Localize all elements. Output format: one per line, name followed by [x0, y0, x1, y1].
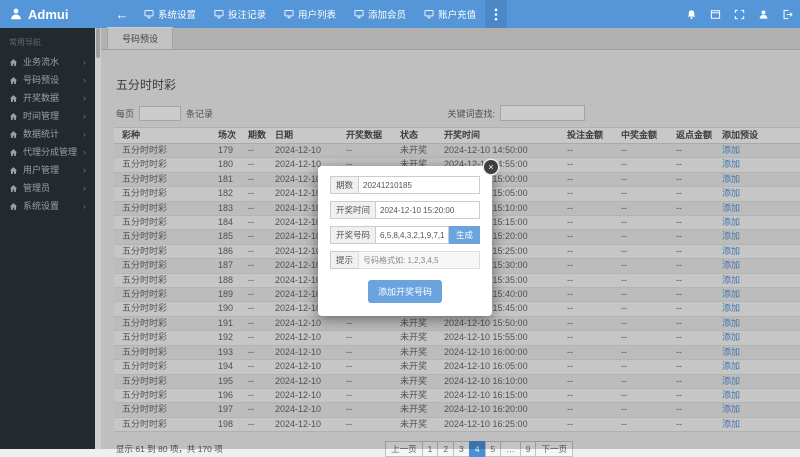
person-logo-icon	[9, 7, 23, 21]
chevron-right-icon: ›	[83, 184, 86, 193]
sidebar-item-label: 时间管理	[23, 111, 59, 121]
nav-menu-tabs: 系统设置 投注记录 用户列表 添加会员 账户充值	[135, 0, 485, 28]
menu-icon	[9, 130, 18, 139]
add-draw-number-modal: × 期数开奖时间开奖号码生成提示号码格式如: 1,2,3,4,5 添加开奖号码	[318, 166, 492, 316]
window-icon[interactable]	[710, 9, 721, 20]
menu-icon	[9, 166, 18, 175]
field-label: 提示	[330, 251, 358, 269]
sidebar-menu: 业务流水›号码预设›开奖数据›时间管理›数据统计›代理分成管理›用户管理›管理员…	[0, 53, 95, 215]
sidebar-item-label: 号码预设	[23, 75, 59, 85]
nav-menu-label: 用户列表	[298, 7, 336, 21]
logout-icon[interactable]	[782, 9, 793, 20]
sidebar-item-5[interactable]: 数据统计 ›	[0, 125, 95, 143]
sidebar-item-label: 代理分成管理	[23, 147, 77, 157]
format-hint: 提示号码格式如: 1,2,3,4,5	[330, 251, 480, 269]
sidebar-item-label: 开奖数据	[23, 93, 59, 103]
field-label: 期数	[330, 176, 358, 194]
nav-menu-5[interactable]: 账户充值	[415, 0, 485, 28]
sidebar-item-2[interactable]: 号码预设 ›	[0, 71, 95, 89]
brand[interactable]: Admui	[0, 7, 95, 22]
menu-icon	[9, 148, 18, 157]
app-body: 常用导航 业务流水›号码预设›开奖数据›时间管理›数据统计›代理分成管理›用户管…	[0, 28, 800, 449]
navbar-right-icons	[686, 9, 800, 20]
modal-fields: 期数开奖时间开奖号码 生成提示号码格式如: 1,2,3,4,5	[330, 176, 480, 269]
fullscreen-icon[interactable]	[734, 9, 745, 20]
nav-menu-label: 添加会员	[368, 7, 406, 21]
monitor-icon	[144, 9, 154, 19]
menu-icon	[9, 112, 18, 121]
draw-time-field-input[interactable]	[375, 201, 480, 219]
main-area: 号码预设 五分时时彩 每页 条记录 关键词查找: 彩种场次期数日期开奖数据状态开…	[101, 28, 800, 449]
chevron-right-icon: ›	[83, 112, 86, 121]
sidebar-section-label: 常用导航	[0, 28, 95, 53]
sidebar-item-1[interactable]: 业务流水 ›	[0, 53, 95, 71]
nav-menu-label: 投注记录	[228, 7, 266, 21]
monitor-icon	[214, 9, 224, 19]
draw-time-field: 开奖时间	[330, 201, 480, 219]
chevron-right-icon: ›	[83, 58, 86, 67]
nav-menu-1[interactable]: 系统设置	[135, 0, 205, 28]
sidebar-item-label: 管理员	[23, 183, 50, 193]
chevron-right-icon: ›	[83, 166, 86, 175]
draw-numbers-field: 开奖号码 生成	[330, 226, 480, 244]
sidebar-item-6[interactable]: 代理分成管理 ›	[0, 143, 95, 161]
sidebar-item-label: 业务流水	[23, 57, 59, 67]
monitor-icon	[354, 9, 364, 19]
field-label: 开奖号码	[330, 226, 375, 244]
sidebar-item-7[interactable]: 用户管理 ›	[0, 161, 95, 179]
menu-icon	[9, 76, 18, 85]
period-field: 期数	[330, 176, 480, 194]
user-icon[interactable]	[758, 9, 769, 20]
sidebar: 常用导航 业务流水›号码预设›开奖数据›时间管理›数据统计›代理分成管理›用户管…	[0, 28, 95, 449]
menu-icon	[9, 58, 18, 67]
menu-icon	[9, 202, 18, 211]
nav-menu-2[interactable]: 投注记录	[205, 0, 275, 28]
field-label: 开奖时间	[330, 201, 375, 219]
monitor-icon	[424, 9, 434, 19]
menu-icon	[9, 184, 18, 193]
generate-button[interactable]: 生成	[449, 226, 480, 244]
nav-menu-label: 系统设置	[158, 7, 196, 21]
sidebar-scrollbar-thumb[interactable]	[96, 28, 100, 58]
bell-icon[interactable]	[686, 9, 697, 20]
menu-icon	[9, 94, 18, 103]
add-draw-number-button[interactable]: 添加开奖号码	[368, 280, 442, 303]
back-arrow-icon[interactable]: ←	[109, 7, 135, 22]
chevron-right-icon: ›	[83, 76, 86, 85]
top-navbar: Admui ← 系统设置 投注记录 用户列表 添加会员 账户充值	[0, 0, 800, 28]
nav-menu-4[interactable]: 添加会员	[345, 0, 415, 28]
format-hint-text: 号码格式如: 1,2,3,4,5	[358, 251, 480, 269]
draw-numbers-field-input[interactable]	[375, 226, 449, 244]
sidebar-item-8[interactable]: 管理员 ›	[0, 179, 95, 197]
sidebar-item-3[interactable]: 开奖数据 ›	[0, 89, 95, 107]
monitor-icon	[284, 9, 294, 19]
close-icon[interactable]: ×	[484, 160, 498, 174]
nav-menu-label: 账户充值	[438, 7, 476, 21]
chevron-right-icon: ›	[83, 130, 86, 139]
chevron-right-icon: ›	[83, 94, 86, 103]
sidebar-item-label: 用户管理	[23, 165, 59, 175]
nav-menu-3[interactable]: 用户列表	[275, 0, 345, 28]
sidebar-item-9[interactable]: 系统设置 ›	[0, 197, 95, 215]
chevron-right-icon: ›	[83, 202, 86, 211]
sidebar-item-label: 数据统计	[23, 129, 59, 139]
chevron-right-icon: ›	[83, 148, 86, 157]
brand-text: Admui	[28, 7, 68, 22]
more-vertical-icon[interactable]	[485, 0, 507, 28]
sidebar-item-4[interactable]: 时间管理 ›	[0, 107, 95, 125]
sidebar-item-label: 系统设置	[23, 201, 59, 211]
period-field-input[interactable]	[358, 176, 480, 194]
